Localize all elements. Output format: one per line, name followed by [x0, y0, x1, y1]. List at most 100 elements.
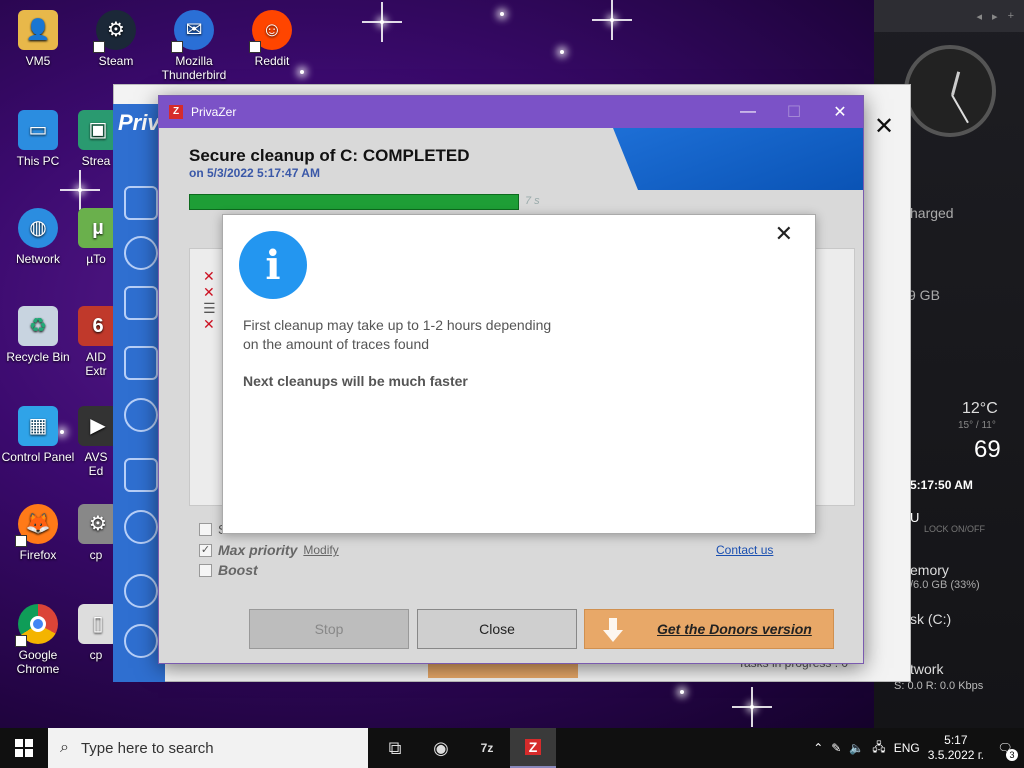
- cleanup-timestamp: on 5/3/2022 5:17:47 AM: [189, 166, 320, 180]
- taskbar-search[interactable]: ⌕ Type here to search: [48, 728, 368, 768]
- task-view-icon[interactable]: ⧉: [372, 728, 418, 768]
- donors-button-label: Get the Donors version: [657, 621, 812, 637]
- refresh-icon[interactable]: [124, 574, 158, 608]
- desktop-icon-thunderbird[interactable]: ✉ Mozilla Thunderbird: [156, 10, 232, 82]
- steam-taskbar-icon[interactable]: ◉: [418, 728, 464, 768]
- minimize-icon[interactable]: —: [725, 96, 771, 128]
- option-label: Boost: [218, 562, 258, 578]
- windows-logo-icon: [15, 739, 33, 757]
- close-button[interactable]: Close: [417, 609, 577, 649]
- desktop-icon-label: Control Panel: [1, 450, 75, 464]
- 7zip-taskbar-icon[interactable]: 7z: [464, 728, 510, 768]
- desktop-icon-partial[interactable]: ⚙ cp: [78, 504, 114, 562]
- desktop-icon-label: This PC: [16, 154, 60, 168]
- close-icon[interactable]: ✕: [817, 96, 863, 128]
- desktop-icon-firefox[interactable]: 🦊 Firefox: [0, 504, 76, 562]
- sparkle: [680, 690, 684, 694]
- desktop-icon-label: Mozilla Thunderbird: [161, 54, 227, 82]
- desktop-icon-partial[interactable]: µ µTo: [78, 208, 114, 266]
- gear-icon: ⚙: [78, 504, 114, 544]
- contact-us-link[interactable]: Contact us: [716, 543, 773, 557]
- donors-button[interactable]: Get the Donors version: [584, 609, 834, 649]
- next-icon[interactable]: ▸: [992, 10, 998, 23]
- disk-label: sk (C:): [910, 611, 952, 627]
- dialog-message-line: on the amount of traces found: [243, 336, 430, 352]
- sparkle: [300, 70, 304, 74]
- clock-date: 3.5.2022 г.: [927, 748, 984, 762]
- start-button[interactable]: [0, 728, 48, 768]
- scan-icon[interactable]: [124, 186, 158, 220]
- taskbar-clock[interactable]: 5:17 3.5.2022 г.: [928, 733, 984, 763]
- language-indicator[interactable]: ENG: [894, 741, 920, 755]
- desktop-icon-this-pc[interactable]: ▭ This PC: [0, 110, 76, 168]
- system-tray: ⌃ ✎ 🔈 🖧 ENG 5:17 3.5.2022 г. 🗨 3: [813, 733, 1024, 763]
- aida-icon: 6: [78, 306, 114, 346]
- taskbar: ⌕ Type here to search ⧉ ◉ 7z Z ⌃ ✎ 🔈 🖧 E…: [0, 728, 1024, 768]
- sparkle: [500, 12, 504, 16]
- option-boost[interactable]: Boost: [199, 562, 258, 578]
- chat-icon[interactable]: [124, 624, 158, 658]
- network-label: twork: [910, 661, 944, 677]
- folder-icon: 👤: [18, 10, 58, 50]
- desktop-icon-label: AVS Ed: [84, 450, 108, 478]
- header-decoration: [613, 128, 863, 190]
- desktop-icon-label: Reddit: [254, 54, 290, 68]
- control-panel-icon: ▦: [18, 406, 58, 446]
- desktop-icon-partial[interactable]: 6 AID Extr: [78, 306, 114, 378]
- desktop-icon-vm5[interactable]: 👤 VM5: [0, 10, 76, 68]
- option-max-priority[interactable]: ✓ Max priority Modify: [199, 542, 339, 558]
- progress-bar: [189, 194, 519, 210]
- checkbox-checked[interactable]: ✓: [199, 543, 212, 557]
- prev-icon[interactable]: ◂: [977, 10, 983, 23]
- lock-toggle[interactable]: LOCK ON/OFF: [924, 524, 985, 534]
- memory-value: /6.0 GB (33%): [910, 579, 980, 591]
- desktop-icon-partial[interactable]: ▶ AVS Ed: [78, 406, 114, 478]
- notification-count: 3: [1006, 749, 1018, 761]
- feather-icon[interactable]: ✎: [831, 741, 841, 755]
- title-bar[interactable]: Z PrivaZer — ☐ ✕: [159, 96, 863, 128]
- desktop-icon-control-panel[interactable]: ▦ Control Panel: [0, 406, 76, 464]
- stop-button[interactable]: Stop: [249, 609, 409, 649]
- desktop-icon-label: Steam: [98, 54, 134, 68]
- background-donor-button: [428, 664, 578, 678]
- search-placeholder: Type here to search: [80, 739, 214, 757]
- desktop-icon-recycle-bin[interactable]: ♻ Recycle Bin: [0, 306, 76, 364]
- close-icon[interactable]: ✕: [874, 112, 894, 141]
- desktop-icon-chrome[interactable]: Google Chrome: [0, 604, 76, 676]
- desktop-icon-label: Firefox: [19, 548, 57, 562]
- memory-label: emory: [910, 562, 949, 578]
- sparkle: [362, 2, 402, 42]
- chevron-up-icon[interactable]: ⌃: [813, 741, 823, 755]
- firefox-icon: 🦊: [15, 504, 58, 547]
- progress-duration: 7 s: [525, 195, 540, 207]
- desktop-icon-steam[interactable]: ⚙ Steam: [78, 10, 154, 68]
- notifications-button[interactable]: 🗨 3: [992, 735, 1018, 761]
- trash-icon[interactable]: [124, 286, 158, 320]
- sliders-icon[interactable]: [124, 346, 158, 380]
- desktop-icon-label: cp: [89, 548, 103, 562]
- steam-icon: ⚙: [93, 10, 136, 53]
- arrow-icon[interactable]: [124, 510, 158, 544]
- checkbox[interactable]: [199, 523, 212, 536]
- crosshair-icon[interactable]: [124, 236, 158, 270]
- desktop-icon-network[interactable]: ◍ Network: [0, 208, 76, 266]
- app-icon: ▣: [78, 110, 114, 150]
- checkbox[interactable]: [199, 563, 212, 577]
- sparkle: [60, 170, 100, 210]
- storage-value: 9 GB: [908, 287, 940, 303]
- desktop-icon-label: VM5: [25, 54, 51, 68]
- calendar-icon[interactable]: [124, 458, 158, 492]
- modify-link[interactable]: Modify: [303, 543, 338, 557]
- add-icon[interactable]: +: [1008, 10, 1014, 22]
- desktop-icon-partial[interactable]: ▣ Strea: [78, 110, 114, 168]
- file-icon: ▯: [78, 604, 114, 644]
- privazer-taskbar-icon[interactable]: Z: [510, 728, 556, 768]
- settings-icon[interactable]: [124, 398, 158, 432]
- network-icon[interactable]: 🖧: [872, 738, 885, 759]
- download-arrow-icon: [603, 618, 623, 642]
- weather-value: 69: [974, 436, 1001, 463]
- close-icon[interactable]: ✕: [775, 221, 793, 247]
- desktop-icon-partial[interactable]: ▯ cp: [78, 604, 114, 662]
- desktop-icon-reddit[interactable]: ☺ Reddit: [234, 10, 310, 68]
- volume-icon[interactable]: 🔈: [849, 741, 864, 755]
